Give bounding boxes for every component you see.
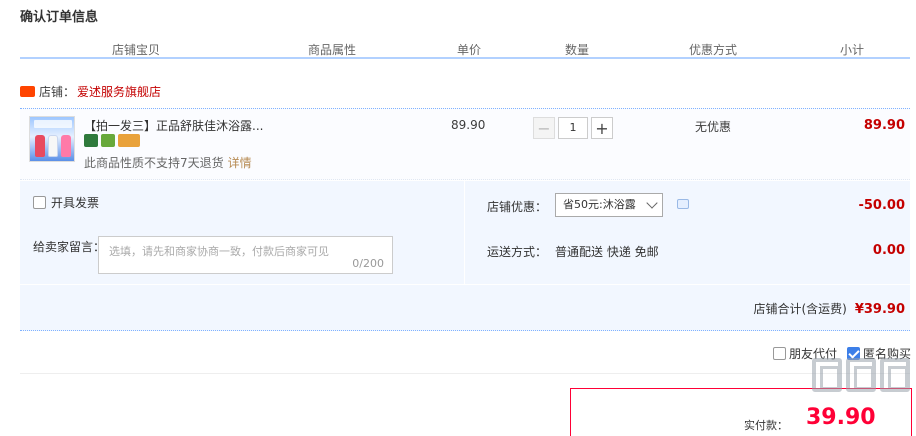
shipping-amount: 0.00: [872, 243, 905, 258]
shop-label: 店铺：: [39, 84, 76, 99]
card-payment-icon[interactable]: [118, 134, 140, 147]
invoice-label: 开具发票: [51, 196, 100, 210]
panel-divider: [20, 284, 910, 285]
col-unit-price: 单价: [457, 43, 482, 57]
return-policy-details-link[interactable]: 详情: [228, 156, 252, 170]
shipping-method: 普通配送 快递 免邮: [555, 245, 659, 259]
seller-message-input[interactable]: 选填，请先和商家协商一致，付款后商家可见 0/200: [98, 236, 393, 274]
shop-name-link[interactable]: 爱述服务旗舰店: [77, 83, 161, 100]
shop-total: 店铺合计(含运费) ¥39.90: [753, 300, 905, 317]
promotion-value: 无优惠: [695, 120, 732, 134]
guarantee-icon[interactable]: [101, 134, 115, 147]
payment-amount: 39.90: [806, 405, 876, 430]
seller-message-placeholder: 选填，请先和商家协商一致，付款后商家可见: [109, 245, 329, 258]
bottle-shape: [61, 135, 71, 157]
watermark-glyph: [846, 358, 876, 392]
seller-message-counter: 0/200: [352, 257, 384, 270]
quantity-decrease-button[interactable]: −: [533, 117, 555, 139]
col-quantity: 数量: [565, 43, 590, 57]
order-extras-panel: 开具发票 给卖家留言： 选填，请先和商家协商一致，付款后商家可见 0/200 店…: [20, 181, 910, 331]
watermark-logo: [812, 358, 910, 392]
quantity-stepper: − 1 +: [533, 117, 613, 139]
quantity-input[interactable]: 1: [558, 117, 588, 139]
shop-coupon-select[interactable]: 省50元:沐浴露: [555, 193, 663, 217]
col-promotion: 优惠方式: [689, 43, 738, 57]
tmall-icon: [20, 85, 35, 97]
service-icons: [84, 134, 140, 147]
shop-coupon-selected: 省50元:沐浴露: [563, 198, 636, 211]
seller-message-label: 给卖家留言：: [33, 240, 106, 254]
shop-total-amount: ¥39.90: [854, 302, 905, 317]
shop-line: 店铺： 爱述服务旗舰店: [20, 83, 161, 99]
invoice-checkbox[interactable]: [33, 196, 46, 209]
bottle-shape: [35, 135, 45, 157]
return-policy-text: 此商品性质不支持7天退货: [84, 156, 224, 170]
payment-label: 实付款：: [744, 419, 788, 432]
product-title-link[interactable]: 【拍一发三】正品舒肤佳沐浴露...: [84, 117, 263, 134]
column-header: 店铺宝贝 商品属性 单价 数量 优惠方式 小计: [20, 37, 910, 59]
item-row: 【拍一发三】正品舒肤佳沐浴露... 此商品性质不支持7天退货 详情 89.90 −…: [20, 108, 910, 180]
panel-divider: [464, 181, 465, 284]
page-title: 确认订单信息: [20, 10, 99, 25]
invoice-option[interactable]: 开具发票: [33, 194, 99, 211]
payment-summary: 实付款： 39.90: [570, 388, 912, 436]
quantity-increase-button[interactable]: +: [591, 117, 613, 139]
shop-coupon-label: 店铺优惠：: [487, 200, 548, 214]
service-badge-icon[interactable]: [84, 134, 98, 147]
unit-price: 89.90: [451, 118, 486, 132]
shop-total-label: 店铺合计(含运费): [753, 302, 847, 316]
return-policy-note: 此商品性质不支持7天退货 详情: [84, 154, 252, 171]
chat-bubble-icon[interactable]: [677, 199, 689, 209]
col-attributes: 商品属性: [308, 43, 357, 57]
shop-coupon-amount: -50.00: [858, 198, 905, 213]
thumbnail-banner: [34, 120, 72, 128]
friend-pay-checkbox[interactable]: [772, 347, 786, 360]
col-subtotal: 小计: [840, 43, 865, 57]
watermark-glyph: [880, 358, 910, 392]
item-subtotal: 89.90: [863, 118, 905, 133]
shipping-label: 运送方式：: [487, 245, 548, 259]
watermark-glyph: [812, 358, 842, 392]
bottle-shape: [48, 135, 58, 157]
chevron-down-icon: [646, 197, 658, 209]
product-thumbnail[interactable]: [29, 116, 75, 162]
section-divider: [20, 373, 910, 374]
col-shop-item: 店铺宝贝: [112, 43, 161, 57]
